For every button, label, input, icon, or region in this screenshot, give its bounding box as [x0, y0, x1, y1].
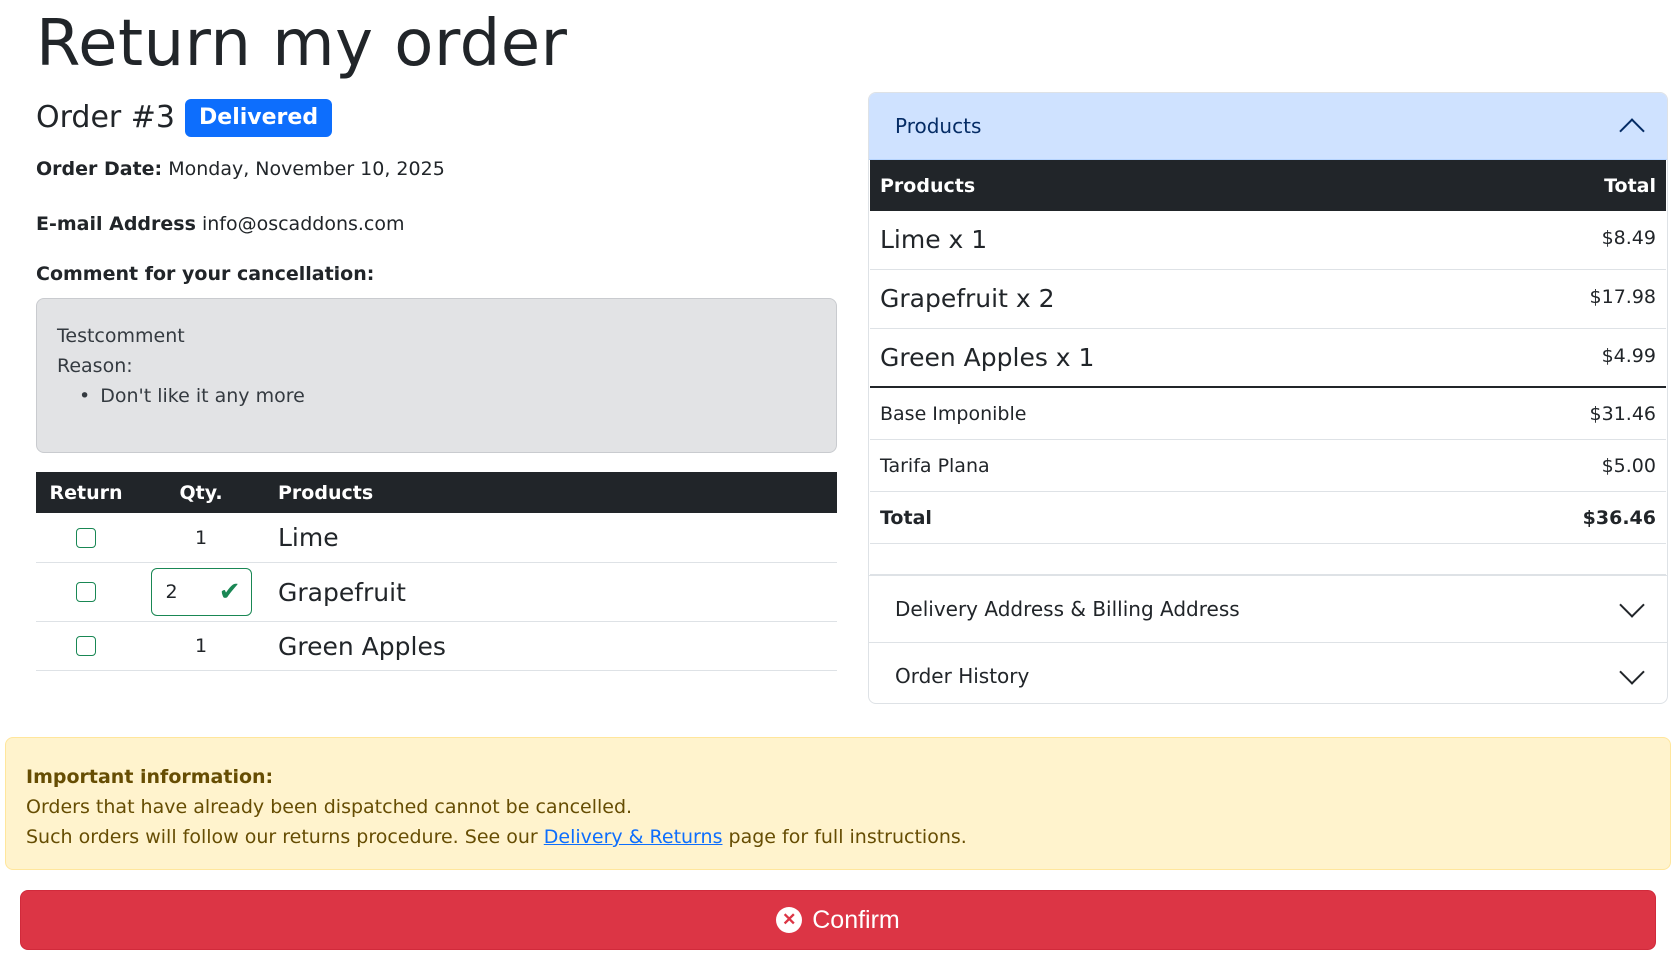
header-products: Products: [278, 481, 374, 504]
accordion-products-toggle[interactable]: Products: [869, 93, 1667, 160]
confirm-button[interactable]: ✕ Confirm: [20, 890, 1656, 950]
email-label: E-mail Address: [36, 213, 196, 235]
products-table: Products Total Lime x 1 $8.49 Grapefruit…: [869, 160, 1667, 575]
order-number: Order #3: [36, 100, 176, 136]
confirm-label: Confirm: [812, 905, 900, 934]
shipping-label: Tarifa Plana: [880, 454, 990, 477]
table-row: 2 ✔ Grapefruit: [36, 563, 837, 622]
shipping-value: $5.00: [1601, 454, 1656, 477]
return-checkbox-grapefruit[interactable]: [76, 582, 96, 602]
delivery-returns-link[interactable]: Delivery & Returns: [544, 826, 723, 848]
alert-line-2-prefix: Such orders will follow our returns proc…: [26, 826, 538, 848]
reason-label: Reason:: [57, 355, 133, 377]
checkmark-icon: ✔: [218, 577, 241, 607]
subtotal-value: $31.46: [1589, 402, 1656, 425]
table-row: Lime x 1 $8.49: [870, 211, 1666, 270]
qty-input-grapefruit[interactable]: 2 ✔: [150, 568, 252, 616]
table-spacer: [870, 544, 1666, 575]
important-info-alert: Important information: Orders that have …: [5, 737, 1671, 870]
order-header: Order #3 Delivered: [36, 99, 333, 138]
order-date-row: Order Date: Monday, November 10, 2025: [36, 157, 445, 182]
product-name: Lime: [278, 523, 339, 552]
item-name: Lime x 1: [880, 225, 988, 254]
shipping-row: Tarifa Plana $5.00: [870, 440, 1666, 492]
table-row: 1 Green Apples: [36, 622, 837, 671]
reason-item: Don't like it any more: [79, 381, 816, 411]
alert-line-2: Such orders will follow our returns proc…: [26, 822, 1650, 852]
order-accordion: Products Products Total Lime x 1 $8.49 G…: [868, 92, 1668, 704]
close-circle-icon: ✕: [776, 907, 803, 933]
table-row: 1 Lime: [36, 513, 837, 563]
subtotal-label: Base Imponible: [880, 402, 1027, 425]
status-badge: Delivered: [185, 99, 333, 138]
header-products: Products: [880, 174, 976, 197]
qty-input-value: 2: [165, 581, 178, 603]
chevron-down-icon: [1619, 592, 1645, 618]
qty-value: 1: [194, 526, 208, 549]
header-qty: Qty.: [179, 481, 223, 504]
accordion-delivery-title: Delivery Address & Billing Address: [895, 597, 1240, 621]
item-name: Green Apples x 1: [880, 343, 1095, 372]
page-title: Return my order: [36, 7, 568, 81]
accordion-delivery-toggle[interactable]: Delivery Address & Billing Address: [869, 575, 1667, 642]
email-row: E-mail Address info@oscaddons.com: [36, 212, 405, 237]
reason-list: Don't like it any more: [57, 381, 816, 411]
comment-text: Testcomment: [57, 325, 185, 347]
table-row: Grapefruit x 2 $17.98: [870, 270, 1666, 329]
return-table-header: Return Qty. Products: [36, 472, 837, 513]
return-table: Return Qty. Products 1 Lime 2 ✔ Grapefru…: [36, 472, 837, 671]
order-date-value: Monday, November 10, 2025: [168, 158, 445, 180]
accordion-history-title: Order History: [895, 664, 1030, 688]
qty-value: 1: [194, 635, 208, 657]
return-checkbox-lime[interactable]: [76, 527, 96, 548]
chevron-up-icon: [1619, 118, 1645, 144]
comment-label: Comment for your cancellation:: [36, 263, 375, 285]
accordion-history-toggle[interactable]: Order History: [869, 642, 1667, 703]
total-value: $36.46: [1582, 506, 1656, 529]
total-row: Total $36.46: [870, 492, 1666, 544]
item-name: Grapefruit x 2: [880, 284, 1055, 313]
table-row: Green Apples x 1 $4.99: [870, 329, 1666, 388]
comment-box: Testcomment Reason: Don't like it any mo…: [36, 298, 837, 453]
chevron-down-icon: [1619, 659, 1645, 685]
alert-line-2-suffix: page for full instructions.: [728, 826, 967, 848]
email-value: info@oscaddons.com: [201, 213, 405, 235]
products-table-header: Products Total: [870, 160, 1666, 211]
header-total: Total: [1604, 174, 1656, 197]
accordion-products-title: Products: [895, 114, 982, 138]
return-checkbox-green-apples[interactable]: [76, 636, 96, 656]
product-name: Green Apples: [278, 631, 446, 661]
item-price: $8.49: [1601, 227, 1656, 249]
alert-title: Important information:: [26, 766, 274, 788]
order-date-label: Order Date:: [36, 158, 163, 180]
subtotal-row: Base Imponible $31.46: [870, 388, 1666, 440]
alert-line-1: Orders that have already been dispatched…: [26, 796, 633, 818]
total-label: Total: [880, 506, 932, 529]
item-price: $4.99: [1601, 345, 1656, 367]
product-name: Grapefruit: [278, 577, 406, 607]
header-return: Return: [49, 481, 123, 504]
item-price: $17.98: [1589, 286, 1656, 308]
